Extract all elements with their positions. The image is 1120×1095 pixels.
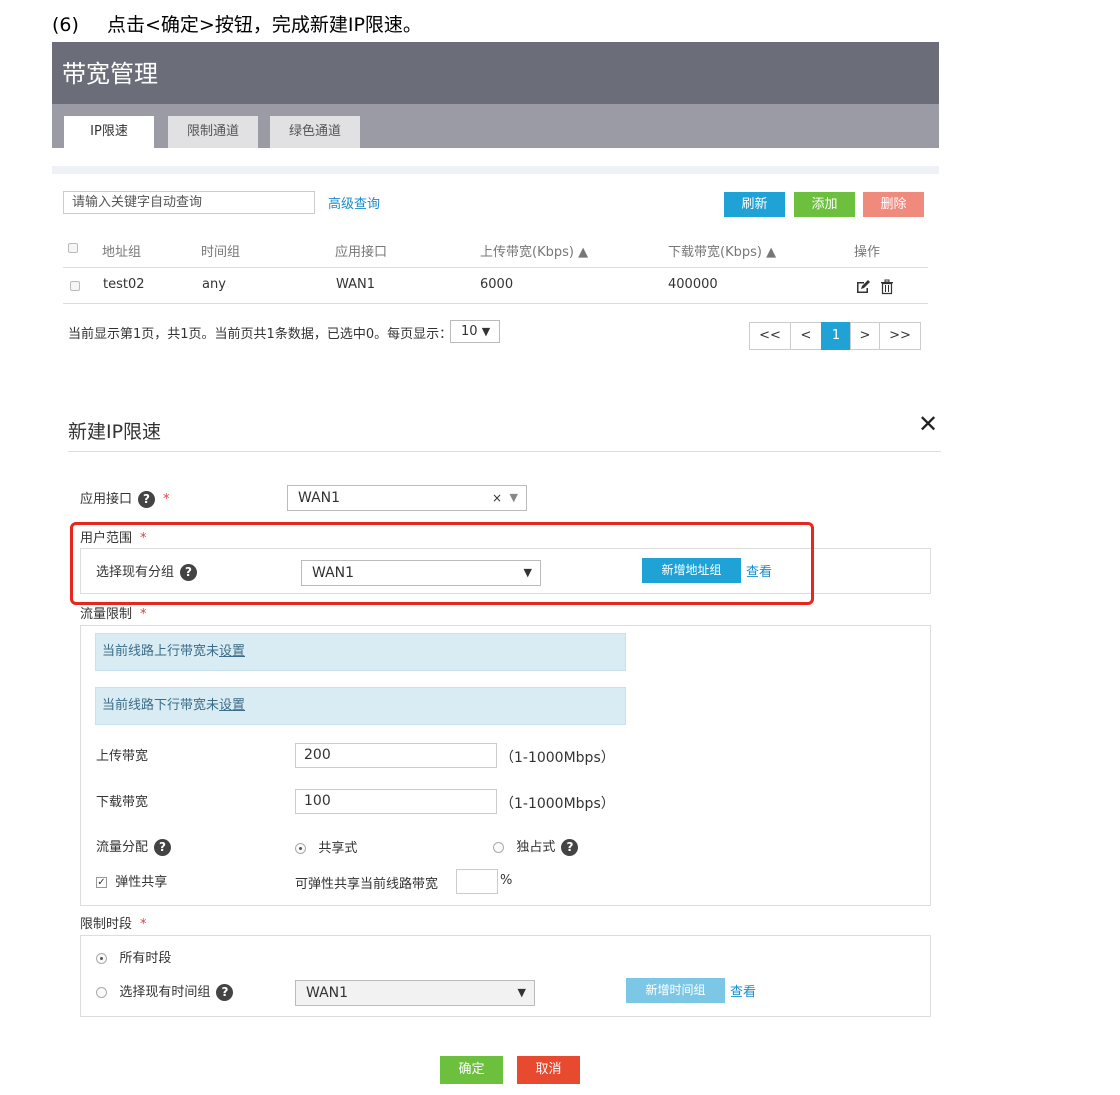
trash-icon[interactable] [880, 279, 894, 299]
select-all-checkbox[interactable] [68, 243, 78, 253]
chevron-down-icon: ▼ [509, 491, 518, 504]
time-limit-label: 限制时段 * [80, 917, 147, 932]
col-address-group: 地址组 [102, 245, 142, 260]
tab-bar: IP限速 限制通道 绿色通道 [52, 104, 939, 148]
last-page-button[interactable]: >> [879, 322, 921, 350]
tab-ip-limit[interactable]: IP限速 [64, 116, 154, 148]
next-page-button[interactable]: > [850, 322, 880, 350]
clear-icon[interactable]: × [492, 486, 502, 510]
shared-option[interactable]: 共享式 [295, 837, 357, 856]
cancel-button[interactable]: 取消 [517, 1056, 580, 1084]
table-row-divider [63, 303, 928, 304]
page-size-select[interactable]: 10 ▼ [450, 320, 500, 343]
sort-up-icon[interactable]: ▲ [578, 245, 588, 260]
tab-green-channel[interactable]: 绿色通道 [270, 116, 360, 148]
prev-page-button[interactable]: < [790, 322, 822, 350]
dialog-title: 新建IP限速 [68, 421, 162, 443]
col-actions: 操作 [854, 245, 881, 260]
current-page-button[interactable]: 1 [821, 322, 851, 350]
close-icon[interactable]: ✕ [918, 410, 938, 438]
dialog-divider [68, 451, 941, 452]
pager: << < 1 > >> [749, 322, 921, 350]
col-interface: 应用接口 [335, 245, 388, 260]
new-time-group-button[interactable]: 新增时间组 [626, 978, 725, 1003]
radio-icon[interactable] [493, 842, 504, 853]
download-input[interactable]: 100 [295, 789, 497, 814]
chevron-down-icon: ▼ [517, 986, 526, 999]
step-text: 点击<确定>按钮，完成新建IP限速。 [107, 14, 422, 36]
step-caption: (6) 点击<确定>按钮，完成新建IP限速。 [52, 10, 422, 37]
add-button[interactable]: 添加 [794, 192, 855, 217]
upload-range: （1-1000Mbps） [500, 750, 615, 766]
exclusive-option[interactable]: 独占式? [493, 836, 579, 856]
radio-icon[interactable] [96, 987, 107, 998]
upload-notice: 当前线路上行带宽未设置 [95, 633, 626, 671]
required-mark: * [163, 492, 170, 507]
upload-label: 上传带宽 [96, 749, 149, 764]
cell-address-group: test02 [103, 277, 145, 292]
cell-interface: WAN1 [336, 277, 376, 292]
sort-up-icon[interactable]: ▲ [766, 245, 776, 260]
header-divider [52, 166, 939, 174]
download-label: 下载带宽 [96, 795, 149, 810]
time-group-select[interactable]: WAN1 ▼ [295, 980, 535, 1006]
row-checkbox[interactable] [70, 281, 80, 291]
all-time-option[interactable]: 所有时段 [96, 947, 171, 966]
view-time-group-link[interactable]: 查看 [730, 981, 756, 1000]
cell-upload: 6000 [480, 277, 514, 292]
cell-download: 400000 [668, 277, 718, 292]
page-header: 带宽管理 IP限速 限制通道 绿色通道 [52, 42, 939, 148]
radio-selected-icon[interactable] [295, 843, 306, 854]
highlight-frame [70, 522, 814, 605]
help-icon[interactable]: ? [154, 839, 172, 856]
radio-selected-icon[interactable] [96, 953, 107, 964]
edit-icon[interactable] [855, 279, 871, 299]
col-upload[interactable]: 上传带宽(Kbps) ▲ [480, 241, 588, 260]
tab-limit-channel[interactable]: 限制通道 [168, 116, 258, 148]
elastic-share-option[interactable]: ✓ 弹性共享 [96, 871, 167, 890]
help-icon[interactable]: ? [216, 984, 234, 1001]
upload-input[interactable]: 200 [295, 743, 497, 768]
col-time-group: 时间组 [201, 245, 241, 260]
first-page-button[interactable]: << [749, 322, 791, 350]
pagination-info: 当前显示第1页，共1页。当前页共1条数据，已选中0。每页显示： [68, 327, 453, 342]
help-icon[interactable]: ? [138, 491, 156, 508]
delete-button[interactable]: 删除 [863, 192, 924, 217]
time-group-option[interactable]: 选择现有时间组? [96, 981, 234, 1001]
required-mark: * [140, 607, 147, 622]
table-header-divider [63, 267, 928, 268]
refresh-button[interactable]: 刷新 [724, 192, 785, 217]
interface-label: 应用接口? * [80, 491, 170, 508]
download-notice: 当前线路下行带宽未设置 [95, 687, 626, 725]
col-download[interactable]: 下载带宽(Kbps) ▲ [668, 241, 776, 260]
setup-link[interactable]: 设置 [219, 698, 245, 713]
search-input[interactable]: 请输入关键字自动查询 [63, 191, 315, 214]
elastic-percent-input[interactable] [456, 869, 498, 894]
setup-link[interactable]: 设置 [219, 644, 245, 659]
download-range: （1-1000Mbps） [500, 796, 615, 812]
required-mark: * [140, 917, 147, 932]
checkbox-checked-icon[interactable]: ✓ [96, 877, 107, 888]
confirm-button[interactable]: 确定 [440, 1056, 503, 1084]
flow-limit-label: 流量限制 * [80, 607, 147, 622]
advanced-query-link[interactable]: 高级查询 [328, 193, 380, 212]
interface-select[interactable]: WAN1 × ▼ [287, 485, 527, 511]
elastic-desc: 可弹性共享当前线路带宽 [295, 877, 439, 892]
percent-sign: % [500, 873, 513, 888]
distribution-label: 流量分配? [96, 836, 172, 856]
help-icon[interactable]: ? [561, 839, 579, 856]
cell-time-group: any [202, 277, 226, 292]
step-number: (6) [52, 14, 79, 36]
page-title: 带宽管理 [62, 60, 158, 88]
